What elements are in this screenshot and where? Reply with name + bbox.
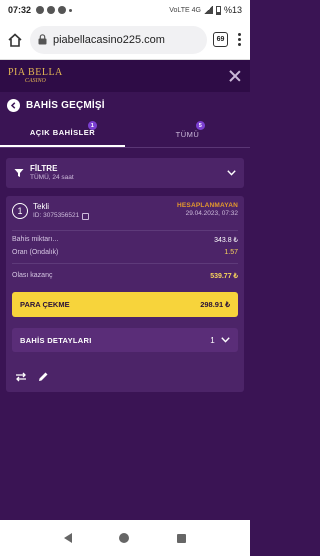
back-arrow-icon[interactable]	[7, 98, 20, 112]
nav-recent-apps-icon[interactable]	[177, 533, 187, 543]
bet-details-count: 1	[210, 335, 215, 345]
bet-card-header: 1 Tekli ID: 3075356521 HESAPLANMAYAN 29.…	[12, 202, 238, 226]
copy-icon[interactable]	[82, 212, 90, 220]
chevron-down-icon[interactable]	[226, 168, 236, 178]
filter-panel[interactable]: FİLTRE TÜMÜ, 24 saat	[6, 158, 244, 188]
bet-type: Tekli	[33, 202, 50, 211]
filter-summary: TÜMÜ, 24 saat	[30, 173, 74, 181]
cashout-button[interactable]: PARA ÇEKME 298.91 ₺	[12, 292, 238, 317]
bet-card: 1 Tekli ID: 3075356521 HESAPLANMAYAN 29.…	[6, 196, 244, 392]
close-icon[interactable]	[228, 69, 242, 83]
bet-details-label: BAHİS DETAYLARI	[20, 335, 92, 345]
status-bar: 07:32 VoLTE 4G %13	[0, 0, 250, 20]
app-notification-icon-2	[58, 6, 67, 14]
bet-status-block: HESAPLANMAYAN 29.04.2023, 07:32	[177, 202, 238, 218]
bet-index-badge: 1	[12, 203, 28, 219]
site-header: PIA BELLA CASINO	[0, 60, 250, 92]
filter-title: FİLTRE	[30, 164, 58, 174]
tab-label: AÇIK BAHİSLER	[29, 128, 96, 137]
all-bets-count-badge: 5	[196, 121, 205, 130]
bet-tabs: 1 AÇIK BAHİSLER 5 TÜMÜ	[0, 118, 250, 148]
more-notifications-icon	[69, 8, 73, 12]
tab-open-bets[interactable]: 1 AÇIK BAHİSLER	[0, 118, 125, 147]
odds-row: Oran (Ondalık) 1.57	[12, 249, 238, 256]
status-badge: HESAPLANMAYAN	[177, 202, 238, 209]
possible-win-label: Olası kazanç	[12, 272, 53, 279]
divider	[12, 230, 238, 231]
system-nav-bar	[0, 520, 250, 556]
bet-actions	[14, 370, 49, 383]
nav-home-icon[interactable]	[119, 533, 130, 543]
notification-icons	[36, 6, 73, 14]
swap-icon[interactable]	[14, 370, 27, 383]
system-status: VoLTE 4G %13	[169, 5, 242, 15]
odds-label: Oran (Ondalık)	[12, 249, 59, 256]
cashout-label: PARA ÇEKME	[20, 300, 70, 309]
url-text: piabellacasino225.com	[53, 33, 165, 46]
bet-date: 29.04.2023, 07:32	[185, 210, 238, 218]
edit-pencil-icon[interactable]	[36, 370, 49, 383]
stake-label: Bahis miktarı...	[12, 236, 59, 243]
lock-icon	[38, 34, 48, 46]
network-type: VoLTE 4G	[169, 6, 201, 14]
bet-details-toggle[interactable]: BAHİS DETAYLARI 1	[12, 328, 238, 352]
app-notification-icon	[47, 6, 56, 14]
browser-toolbar: piabellacasino225.com 69	[0, 20, 250, 60]
tab-switcher-button[interactable]: 69	[213, 32, 228, 47]
chevron-down-icon	[221, 336, 230, 345]
possible-win-value: 539.77 ₺	[210, 273, 238, 280]
nav-back-icon[interactable]	[63, 533, 72, 543]
page-title: BAHİS GEÇMİŞİ	[26, 99, 105, 111]
battery-icon	[215, 5, 221, 15]
home-icon[interactable]	[6, 31, 24, 49]
open-bets-count-badge: 1	[88, 121, 97, 130]
tab-all[interactable]: 5 TÜMÜ	[125, 118, 250, 147]
address-bar[interactable]: piabellacasino225.com	[30, 25, 207, 54]
filter-text: FİLTRE TÜMÜ, 24 saat	[30, 164, 74, 181]
page-title-row: BAHİS GEÇMİŞİ	[0, 92, 250, 118]
bet-id: ID: 3075356521	[33, 212, 80, 219]
filter-icon	[14, 168, 24, 178]
logo-text: PIA BELLA	[8, 67, 63, 78]
stake-row: Bahis miktarı... 343.8 ₺	[12, 236, 238, 244]
browser-menu-icon[interactable]	[234, 33, 244, 46]
settings-notification-icon	[36, 6, 45, 14]
bet-id-row: ID: 3075356521	[33, 212, 90, 220]
logo-subtext: CASINO	[24, 78, 46, 84]
cashout-amount: 298.91 ₺	[200, 300, 230, 309]
divider	[12, 263, 238, 264]
bet-info: Tekli ID: 3075356521	[33, 202, 90, 220]
stake-value: 343.8 ₺	[214, 237, 238, 244]
signal-icon	[203, 6, 213, 14]
odds-value: 1.57	[224, 249, 238, 256]
tab-label: TÜMÜ	[175, 130, 200, 139]
battery-level: %13	[223, 5, 242, 15]
possible-win-row: Olası kazanç 539.77 ₺	[12, 272, 238, 280]
status-time: 07:32	[8, 5, 32, 15]
site-logo[interactable]: PIA BELLA CASINO	[8, 67, 63, 85]
